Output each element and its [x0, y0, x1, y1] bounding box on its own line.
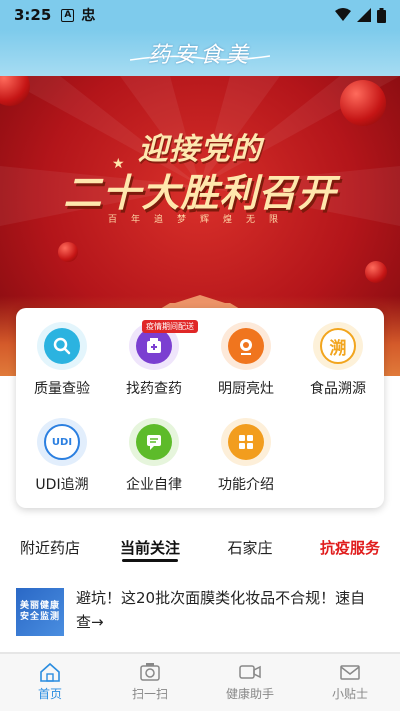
- bottom-nav: 首页 扫一扫 健康助手 小贴士: [0, 654, 400, 711]
- service-label: 找药查药: [126, 381, 182, 397]
- banner-subtitle: 百年追梦辉煌无限: [107, 215, 292, 225]
- service-feature-intro[interactable]: 功能介绍: [200, 404, 292, 494]
- nav-health-assistant[interactable]: 健康助手: [200, 654, 300, 711]
- service-label: 功能介绍: [218, 477, 274, 493]
- list-item[interactable]: 美丽健康 安全监测 避坑！这20批次面膜类化妆品不合规！速自查→: [0, 580, 400, 652]
- notification-a-icon: A: [61, 8, 75, 22]
- services-card: 质量查验 疫情期间配送 找药查药 明厨亮灶 溯 食品溯源 UDI UDI追溯 企…: [16, 308, 384, 508]
- nav-label: 健康助手: [225, 687, 274, 701]
- udi-icon: UDI: [37, 418, 87, 466]
- trace-glyph: 溯: [329, 338, 347, 359]
- service-label: 企业自律: [126, 477, 182, 493]
- wifi-icon: [335, 8, 351, 21]
- service-label: 质量查验: [34, 381, 90, 397]
- notification-app-icon: 忠: [81, 8, 96, 24]
- tab-nearby-pharmacy[interactable]: 附近药店: [0, 528, 100, 568]
- signal-icon: [357, 8, 371, 22]
- tab-anti-epidemic[interactable]: 抗疫服务: [300, 528, 400, 568]
- balloon-decoration: [365, 261, 387, 283]
- tab-shijiazhuang[interactable]: 石家庄: [200, 528, 300, 568]
- battery-icon: [377, 7, 386, 23]
- service-food-trace[interactable]: 溯 食品溯源: [292, 308, 384, 398]
- grid-icon: [221, 418, 271, 466]
- trace-icon: 溯: [313, 322, 363, 370]
- service-label: 食品溯源: [310, 381, 366, 397]
- service-badge: 疫情期间配送: [142, 320, 198, 333]
- service-find-medicine[interactable]: 疫情期间配送 找药查药: [108, 308, 200, 398]
- nav-scan[interactable]: 扫一扫: [100, 654, 200, 711]
- app-title: 药安食美: [147, 43, 252, 68]
- scan-icon: [140, 663, 160, 681]
- chat-icon: [129, 418, 179, 466]
- service-open-kitchen[interactable]: 明厨亮灶: [200, 308, 292, 398]
- camera-icon: [221, 322, 271, 370]
- service-self-discipline[interactable]: 企业自律: [108, 404, 200, 494]
- content-tabs: 附近药店 当前关注 石家庄 抗疫服务: [0, 528, 400, 568]
- nav-home[interactable]: 首页: [0, 654, 100, 711]
- article-thumbnail: 美丽健康 安全监测: [16, 588, 64, 636]
- service-quality-check[interactable]: 质量查验: [16, 308, 108, 398]
- article-thumb-text: 美丽健康 安全监测: [19, 601, 60, 622]
- status-bar: 3:25 A 忠: [0, 0, 400, 30]
- video-icon: [239, 665, 261, 679]
- udi-glyph: UDI: [51, 436, 73, 448]
- service-udi-trace[interactable]: UDI UDI追溯: [16, 404, 108, 494]
- nav-label: 扫一扫: [131, 687, 168, 701]
- status-time: 3:25: [14, 6, 52, 24]
- nav-label: 首页: [37, 687, 62, 701]
- balloon-decoration: [340, 80, 386, 126]
- mail-icon: [340, 665, 360, 680]
- status-indicators: [335, 7, 386, 23]
- home-icon: [40, 662, 60, 682]
- nav-label: 小贴士: [331, 687, 368, 701]
- service-label: UDI追溯: [35, 477, 89, 493]
- article-title: 避坑！这20批次面膜类化妆品不合规！速自查→: [76, 589, 366, 631]
- tab-current-focus[interactable]: 当前关注: [100, 528, 200, 568]
- service-label: 明厨亮灶: [218, 381, 274, 397]
- nav-tips[interactable]: 小贴士: [300, 654, 400, 711]
- app-header: 药安食美: [0, 30, 400, 76]
- search-icon: [37, 322, 87, 370]
- balloon-decoration: [58, 242, 78, 262]
- banner-headline-2: 二十大胜利召开: [63, 171, 337, 215]
